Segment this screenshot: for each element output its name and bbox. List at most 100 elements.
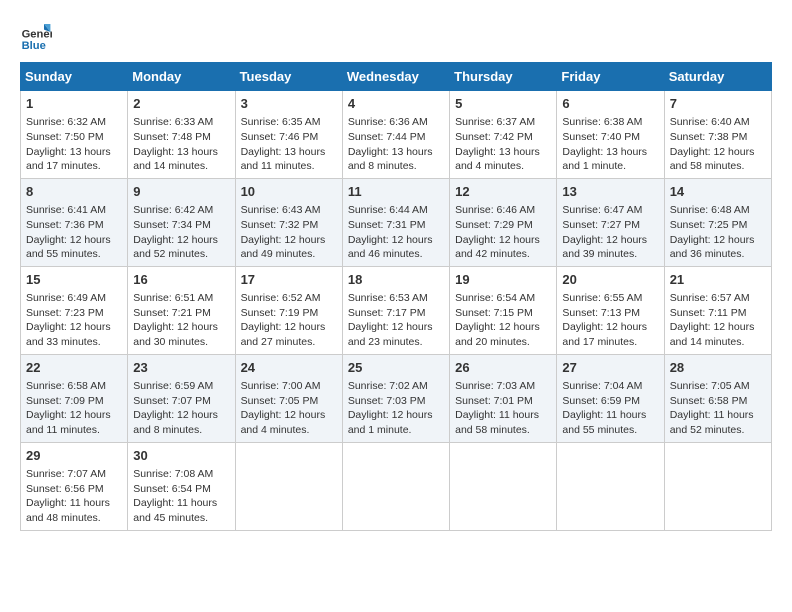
day-number: 2 xyxy=(133,95,229,113)
day-info-line: Daylight: 13 hours xyxy=(26,145,122,160)
day-info-line: Sunrise: 6:35 AM xyxy=(241,115,337,130)
calendar-cell: 17Sunrise: 6:52 AMSunset: 7:19 PMDayligh… xyxy=(235,266,342,354)
day-number: 27 xyxy=(562,359,658,377)
calendar-header-row: SundayMondayTuesdayWednesdayThursdayFrid… xyxy=(21,63,772,91)
calendar-cell: 18Sunrise: 6:53 AMSunset: 7:17 PMDayligh… xyxy=(342,266,449,354)
day-info-line: Sunrise: 6:48 AM xyxy=(670,203,766,218)
day-info-line: Sunrise: 7:04 AM xyxy=(562,379,658,394)
day-info-line: and 42 minutes. xyxy=(455,247,551,262)
calendar-cell: 30Sunrise: 7:08 AMSunset: 6:54 PMDayligh… xyxy=(128,442,235,530)
day-number: 9 xyxy=(133,183,229,201)
day-info-line: and 48 minutes. xyxy=(26,511,122,526)
day-info-line: Sunrise: 6:40 AM xyxy=(670,115,766,130)
calendar-cell: 21Sunrise: 6:57 AMSunset: 7:11 PMDayligh… xyxy=(664,266,771,354)
day-info-line: and 36 minutes. xyxy=(670,247,766,262)
day-info-line: Sunrise: 7:05 AM xyxy=(670,379,766,394)
calendar-cell: 5Sunrise: 6:37 AMSunset: 7:42 PMDaylight… xyxy=(450,91,557,179)
day-info-line: and 23 minutes. xyxy=(348,335,444,350)
day-number: 18 xyxy=(348,271,444,289)
calendar-cell: 29Sunrise: 7:07 AMSunset: 6:56 PMDayligh… xyxy=(21,442,128,530)
day-info-line: and 45 minutes. xyxy=(133,511,229,526)
day-info-line: Sunrise: 6:58 AM xyxy=(26,379,122,394)
day-info-line: Daylight: 12 hours xyxy=(348,320,444,335)
day-info-line: and 14 minutes. xyxy=(670,335,766,350)
day-info-line: Daylight: 12 hours xyxy=(26,320,122,335)
day-info-line: Daylight: 11 hours xyxy=(562,408,658,423)
day-info-line: Sunrise: 6:41 AM xyxy=(26,203,122,218)
day-info-line: and 55 minutes. xyxy=(562,423,658,438)
header-tuesday: Tuesday xyxy=(235,63,342,91)
day-info-line: Sunrise: 6:51 AM xyxy=(133,291,229,306)
day-info-line: Sunrise: 6:57 AM xyxy=(670,291,766,306)
day-number: 19 xyxy=(455,271,551,289)
calendar-cell xyxy=(664,442,771,530)
day-info-line: Sunset: 7:36 PM xyxy=(26,218,122,233)
day-info-line: Daylight: 11 hours xyxy=(133,496,229,511)
calendar-cell: 15Sunrise: 6:49 AMSunset: 7:23 PMDayligh… xyxy=(21,266,128,354)
day-info-line: Sunrise: 7:08 AM xyxy=(133,467,229,482)
day-number: 25 xyxy=(348,359,444,377)
calendar-cell: 7Sunrise: 6:40 AMSunset: 7:38 PMDaylight… xyxy=(664,91,771,179)
day-info-line: and 4 minutes. xyxy=(455,159,551,174)
day-info-line: Sunrise: 6:33 AM xyxy=(133,115,229,130)
calendar-cell: 14Sunrise: 6:48 AMSunset: 7:25 PMDayligh… xyxy=(664,178,771,266)
day-info-line: Sunset: 7:25 PM xyxy=(670,218,766,233)
day-number: 21 xyxy=(670,271,766,289)
day-info-line: Sunset: 7:46 PM xyxy=(241,130,337,145)
day-number: 24 xyxy=(241,359,337,377)
calendar-week-row: 29Sunrise: 7:07 AMSunset: 6:56 PMDayligh… xyxy=(21,442,772,530)
day-info-line: and 30 minutes. xyxy=(133,335,229,350)
day-info-line: Sunrise: 6:36 AM xyxy=(348,115,444,130)
day-info-line: Sunrise: 7:00 AM xyxy=(241,379,337,394)
day-info-line: and 4 minutes. xyxy=(241,423,337,438)
calendar-cell: 28Sunrise: 7:05 AMSunset: 6:58 PMDayligh… xyxy=(664,354,771,442)
day-info-line: Daylight: 12 hours xyxy=(455,320,551,335)
day-info-line: Sunset: 7:03 PM xyxy=(348,394,444,409)
header-wednesday: Wednesday xyxy=(342,63,449,91)
day-info-line: Sunrise: 7:02 AM xyxy=(348,379,444,394)
day-info-line: and 11 minutes. xyxy=(241,159,337,174)
day-number: 16 xyxy=(133,271,229,289)
calendar-cell: 26Sunrise: 7:03 AMSunset: 7:01 PMDayligh… xyxy=(450,354,557,442)
day-info-line: Sunrise: 7:03 AM xyxy=(455,379,551,394)
day-info-line: Sunset: 7:32 PM xyxy=(241,218,337,233)
day-info-line: Daylight: 12 hours xyxy=(455,233,551,248)
calendar-cell: 1Sunrise: 6:32 AMSunset: 7:50 PMDaylight… xyxy=(21,91,128,179)
day-info-line: Sunrise: 6:59 AM xyxy=(133,379,229,394)
day-info-line: Sunset: 7:23 PM xyxy=(26,306,122,321)
day-info-line: Sunset: 7:44 PM xyxy=(348,130,444,145)
day-info-line: and 8 minutes. xyxy=(133,423,229,438)
day-info-line: Sunrise: 6:47 AM xyxy=(562,203,658,218)
day-number: 5 xyxy=(455,95,551,113)
day-info-line: Daylight: 12 hours xyxy=(241,320,337,335)
calendar-cell: 9Sunrise: 6:42 AMSunset: 7:34 PMDaylight… xyxy=(128,178,235,266)
day-info-line: and 27 minutes. xyxy=(241,335,337,350)
day-number: 28 xyxy=(670,359,766,377)
header-thursday: Thursday xyxy=(450,63,557,91)
day-info-line: Sunrise: 6:43 AM xyxy=(241,203,337,218)
calendar-cell: 22Sunrise: 6:58 AMSunset: 7:09 PMDayligh… xyxy=(21,354,128,442)
day-info-line: Sunset: 7:21 PM xyxy=(133,306,229,321)
day-info-line: Sunset: 7:50 PM xyxy=(26,130,122,145)
day-number: 15 xyxy=(26,271,122,289)
day-info-line: Daylight: 12 hours xyxy=(670,320,766,335)
calendar-cell: 3Sunrise: 6:35 AMSunset: 7:46 PMDaylight… xyxy=(235,91,342,179)
day-info-line: Daylight: 11 hours xyxy=(455,408,551,423)
calendar-cell: 20Sunrise: 6:55 AMSunset: 7:13 PMDayligh… xyxy=(557,266,664,354)
day-info-line: and 17 minutes. xyxy=(26,159,122,174)
day-info-line: Daylight: 12 hours xyxy=(133,408,229,423)
calendar-week-row: 1Sunrise: 6:32 AMSunset: 7:50 PMDaylight… xyxy=(21,91,772,179)
day-info-line: Sunset: 7:07 PM xyxy=(133,394,229,409)
day-info-line: and 1 minute. xyxy=(348,423,444,438)
day-info-line: and 58 minutes. xyxy=(455,423,551,438)
day-info-line: Daylight: 13 hours xyxy=(241,145,337,160)
day-info-line: Daylight: 12 hours xyxy=(241,233,337,248)
day-info-line: Daylight: 12 hours xyxy=(26,233,122,248)
calendar-cell: 12Sunrise: 6:46 AMSunset: 7:29 PMDayligh… xyxy=(450,178,557,266)
logo: General Blue xyxy=(20,20,56,52)
day-info-line: Sunrise: 6:44 AM xyxy=(348,203,444,218)
day-info-line: Sunset: 7:17 PM xyxy=(348,306,444,321)
day-info-line: Sunrise: 6:46 AM xyxy=(455,203,551,218)
day-info-line: Daylight: 12 hours xyxy=(133,233,229,248)
header-saturday: Saturday xyxy=(664,63,771,91)
